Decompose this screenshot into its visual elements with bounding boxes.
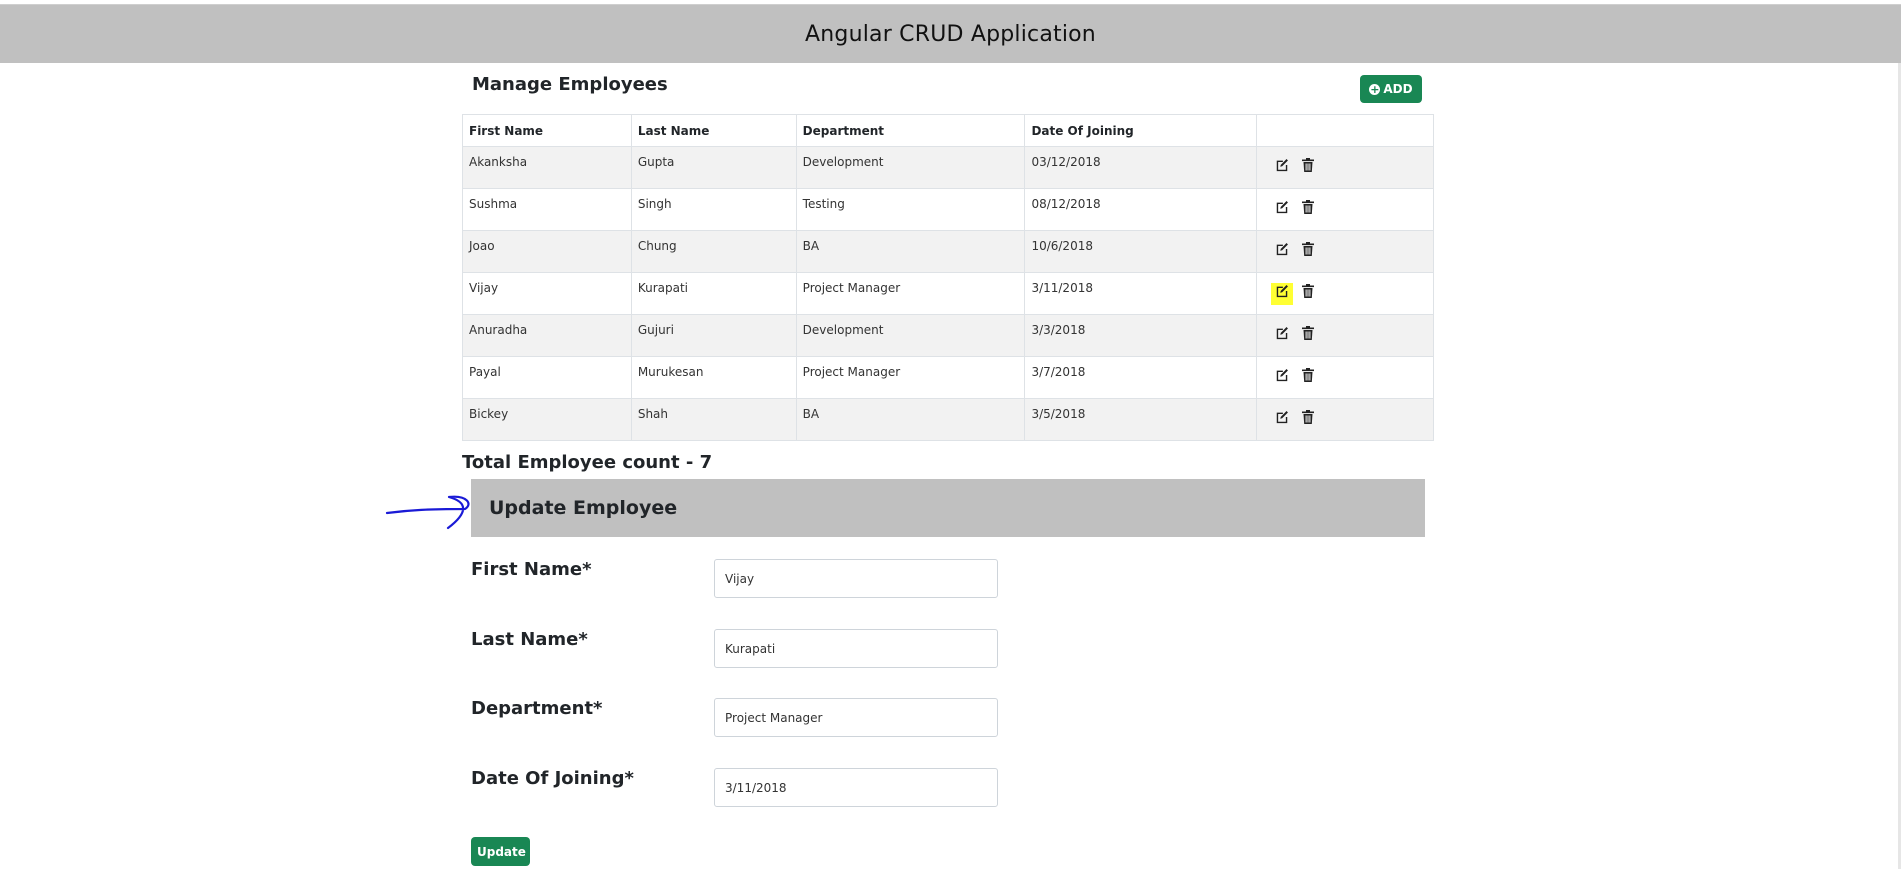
trash-icon[interactable] bbox=[1297, 283, 1319, 305]
table-row: Joao Chung BA 10/6/2018 bbox=[462, 230, 1434, 273]
table-row: Anuradha Gujuri Development 3/3/2018 bbox=[462, 314, 1434, 357]
date-of-joining-cell: 3/7/2018 bbox=[1024, 356, 1258, 399]
table-row: Sushma Singh Testing 08/12/2018 bbox=[462, 188, 1434, 231]
column-header-actions bbox=[1256, 114, 1434, 147]
column-header-first-name: First Name bbox=[462, 114, 632, 147]
row-actions bbox=[1256, 356, 1434, 399]
date-of-joining-input[interactable] bbox=[714, 768, 998, 807]
date-of-joining-cell: 03/12/2018 bbox=[1024, 146, 1258, 189]
date-of-joining-cell: 3/5/2018 bbox=[1024, 398, 1258, 441]
edit-icon[interactable] bbox=[1271, 409, 1293, 431]
first-name-cell: Payal bbox=[462, 356, 632, 399]
row-actions bbox=[1256, 146, 1434, 189]
plus-circle-icon: + bbox=[1369, 82, 1381, 96]
row-actions bbox=[1256, 398, 1434, 441]
date-of-joining-cell: 3/3/2018 bbox=[1024, 314, 1258, 357]
edit-icon[interactable] bbox=[1271, 325, 1293, 347]
department-cell: Development bbox=[795, 146, 1026, 189]
update-button[interactable]: Update bbox=[471, 837, 530, 866]
first-name-input[interactable] bbox=[714, 559, 998, 598]
edit-icon[interactable] bbox=[1271, 282, 1294, 305]
department-cell: Development bbox=[795, 314, 1026, 357]
date-of-joining-cell: 3/11/2018 bbox=[1024, 272, 1258, 315]
date-of-joining-cell: 10/6/2018 bbox=[1024, 230, 1258, 273]
row-actions bbox=[1256, 314, 1434, 357]
manage-employees-title: Manage Employees bbox=[472, 74, 668, 95]
last-name-cell: Singh bbox=[630, 188, 797, 231]
table-row: Bickey Shah BA 3/5/2018 bbox=[462, 398, 1434, 441]
trash-icon[interactable] bbox=[1297, 157, 1319, 179]
table-row: Vijay Kurapati Project Manager 3/11/2018 bbox=[462, 272, 1434, 315]
column-header-last-name: Last Name bbox=[630, 114, 797, 147]
total-employee-count: Total Employee count - 7 bbox=[462, 452, 713, 473]
date-of-joining-label: Date Of Joining* bbox=[471, 768, 634, 789]
first-name-cell: Vijay bbox=[462, 272, 632, 315]
column-header-date-of-joining: Date Of Joining bbox=[1024, 114, 1258, 147]
add-employee-button[interactable]: + ADD bbox=[1360, 75, 1422, 103]
department-cell: BA bbox=[795, 398, 1026, 441]
first-name-cell: Akanksha bbox=[462, 146, 632, 189]
first-name-cell: Anuradha bbox=[462, 314, 632, 357]
date-of-joining-cell: 08/12/2018 bbox=[1024, 188, 1258, 231]
department-cell: Testing bbox=[795, 188, 1026, 231]
trash-icon[interactable] bbox=[1297, 367, 1319, 389]
department-input[interactable] bbox=[714, 698, 998, 737]
app-header: Angular CRUD Application bbox=[0, 5, 1901, 63]
trash-icon[interactable] bbox=[1297, 409, 1319, 431]
edit-icon[interactable] bbox=[1271, 157, 1293, 179]
first-name-cell: Joao bbox=[462, 230, 632, 273]
department-cell: Project Manager bbox=[795, 356, 1026, 399]
edit-icon[interactable] bbox=[1271, 367, 1293, 389]
edit-icon[interactable] bbox=[1271, 241, 1293, 263]
add-button-label: ADD bbox=[1383, 82, 1413, 96]
hand-drawn-arrow-annotation bbox=[385, 495, 470, 530]
employee-table: First Name Last Name Department Date Of … bbox=[462, 114, 1434, 441]
row-actions bbox=[1256, 188, 1434, 231]
column-header-department: Department bbox=[795, 114, 1026, 147]
update-employee-panel: Update Employee bbox=[471, 479, 1425, 537]
table-row: Payal Murukesan Project Manager 3/7/2018 bbox=[462, 356, 1434, 399]
department-cell: Project Manager bbox=[795, 272, 1026, 315]
trash-icon[interactable] bbox=[1297, 241, 1319, 263]
first-name-cell: Sushma bbox=[462, 188, 632, 231]
row-actions bbox=[1256, 230, 1434, 273]
edit-icon[interactable] bbox=[1271, 199, 1293, 221]
last-name-cell: Kurapati bbox=[630, 272, 797, 315]
last-name-cell: Chung bbox=[630, 230, 797, 273]
trash-icon[interactable] bbox=[1297, 199, 1319, 221]
department-label: Department* bbox=[471, 698, 603, 719]
row-actions bbox=[1256, 272, 1434, 315]
last-name-cell: Shah bbox=[630, 398, 797, 441]
first-name-cell: Bickey bbox=[462, 398, 632, 441]
app-title: Angular CRUD Application bbox=[805, 21, 1096, 47]
department-cell: BA bbox=[795, 230, 1026, 273]
last-name-cell: Murukesan bbox=[630, 356, 797, 399]
last-name-input[interactable] bbox=[714, 629, 998, 668]
last-name-cell: Gupta bbox=[630, 146, 797, 189]
trash-icon[interactable] bbox=[1297, 325, 1319, 347]
last-name-label: Last Name* bbox=[471, 629, 588, 650]
update-employee-title: Update Employee bbox=[489, 497, 678, 519]
table-header-row: First Name Last Name Department Date Of … bbox=[462, 114, 1434, 147]
table-row: Akanksha Gupta Development 03/12/2018 bbox=[462, 146, 1434, 189]
first-name-label: First Name* bbox=[471, 559, 592, 580]
last-name-cell: Gujuri bbox=[630, 314, 797, 357]
